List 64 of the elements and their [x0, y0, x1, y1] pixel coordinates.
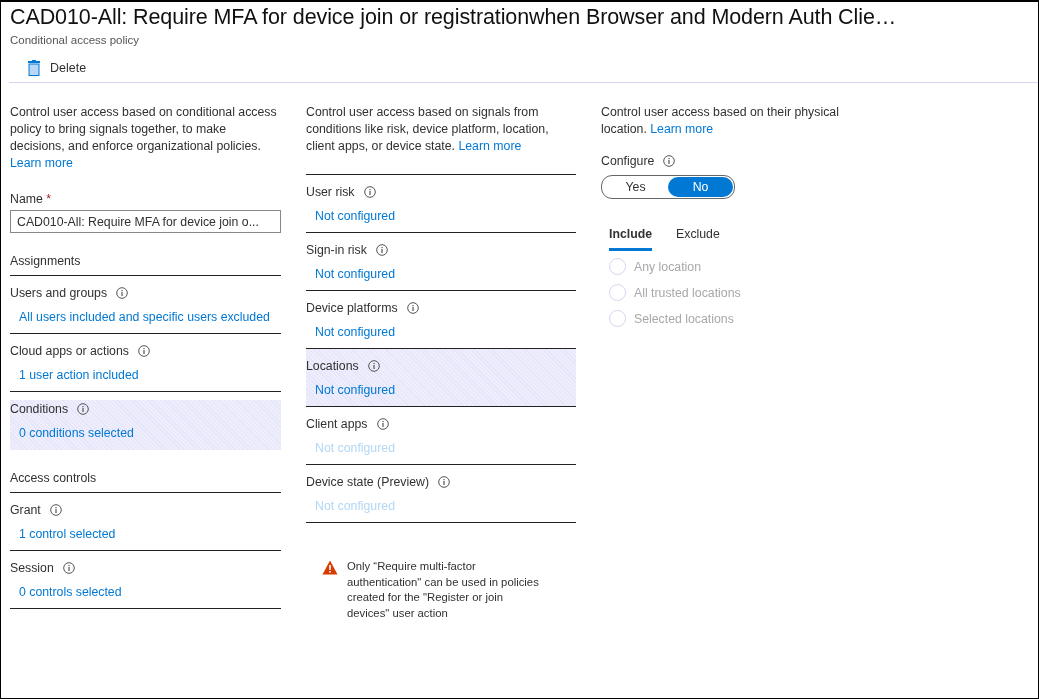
- item-value-link[interactable]: 0 controls selected: [19, 585, 122, 599]
- yes-no-toggle[interactable]: Yes No: [601, 175, 735, 199]
- warning-icon: [322, 560, 338, 575]
- tab[interactable]: Include: [609, 223, 653, 251]
- assignment-item[interactable]: Users and groups All users included and specific users excluded: [10, 276, 281, 334]
- toggle-option[interactable]: No: [668, 177, 733, 197]
- page-subtitle: Conditional access policy: [10, 34, 141, 46]
- option-label: All trusted locations: [634, 285, 741, 300]
- item-value-link[interactable]: 0 conditions selected: [19, 426, 134, 440]
- field-label: Name: [10, 192, 43, 206]
- learn-more-link[interactable]: Learn more: [458, 139, 522, 153]
- section-heading: Access controls: [10, 471, 281, 493]
- option-label: Selected locations: [634, 311, 734, 326]
- trash-icon: [27, 60, 41, 76]
- assignment-item[interactable]: Session 0 controls selected: [10, 551, 281, 609]
- item-label: Cloud apps or actions: [10, 344, 129, 358]
- info-icon[interactable]: [375, 244, 388, 256]
- info-icon[interactable]: [77, 403, 90, 415]
- description-text: Control user access based on conditional access policy to bring signals together, to make decisions, and enforce organizational policies. Learn more: [10, 104, 278, 172]
- page-title: CAD010-All: Require MFA for device join or registrationwhen Browser and Modern Auth Clie…: [10, 5, 898, 30]
- item-value-link[interactable]: 1 user action included: [19, 368, 139, 382]
- item-value-link[interactable]: 1 control selected: [19, 527, 116, 541]
- section-heading: Assignments: [10, 254, 281, 276]
- item-label: Client apps: [306, 417, 368, 431]
- description-text: Control user access based on signals from conditions like risk, device platform, location, client apps, or device state. Learn more: [306, 104, 550, 155]
- learn-more-link[interactable]: Learn more: [650, 122, 714, 136]
- condition-item[interactable]: User risk Not configured: [306, 175, 576, 233]
- item-value-link[interactable]: Not configured: [315, 267, 395, 281]
- item-label: Grant: [10, 503, 41, 517]
- warning-text: Only “Require multi-factor authentication" can be used in policies created for the "Register or join devices" user action: [347, 559, 540, 621]
- info-icon[interactable]: [137, 345, 150, 357]
- item-label: Sign-in risk: [306, 243, 367, 257]
- info-icon[interactable]: [49, 504, 62, 516]
- item-label: Users and groups: [10, 286, 108, 300]
- tab[interactable]: Exclude: [676, 223, 720, 251]
- required-mark: *: [46, 192, 52, 206]
- info-icon[interactable]: [363, 186, 376, 198]
- selected-item[interactable]: Conditions 0 conditions selected: [10, 400, 281, 450]
- info-icon[interactable]: [367, 360, 380, 372]
- name-field[interactable]: CAD010-All: Require MFA for device join o...: [10, 210, 281, 233]
- item-label: Device state (Preview): [306, 475, 429, 489]
- item-value-link[interactable]: Not configured: [315, 325, 395, 339]
- selected-item[interactable]: Locations Not configured: [306, 349, 576, 407]
- field-label: Configure: [601, 154, 655, 168]
- item-label: Device platforms: [306, 301, 398, 315]
- item-label: Locations: [306, 359, 359, 373]
- condition-item[interactable]: Sign-in risk Not configured: [306, 233, 576, 291]
- toggle-option[interactable]: Yes: [603, 177, 668, 197]
- item-value-link[interactable]: Not configured: [315, 383, 395, 397]
- item-value-link[interactable]: Not configured: [315, 209, 395, 223]
- option-label: Any location: [634, 259, 701, 274]
- info-icon[interactable]: [663, 155, 676, 167]
- info-icon[interactable]: [62, 562, 75, 574]
- info-icon[interactable]: [406, 302, 419, 314]
- item-value-link[interactable]: All users included and specific users excluded: [19, 310, 270, 324]
- assignment-item[interactable]: Cloud apps or actions 1 user action included: [10, 334, 281, 392]
- item-label: User risk: [306, 185, 355, 199]
- learn-more-link[interactable]: Learn more: [10, 156, 73, 170]
- description-text: Control user access based on their physical location. Learn more: [601, 104, 840, 138]
- item-label: Session: [10, 561, 54, 575]
- info-icon[interactable]: [116, 287, 129, 299]
- assignment-item[interactable]: Grant 1 control selected: [10, 493, 281, 551]
- item-label: Conditions: [10, 402, 69, 416]
- delete-button[interactable]: Delete: [27, 60, 87, 76]
